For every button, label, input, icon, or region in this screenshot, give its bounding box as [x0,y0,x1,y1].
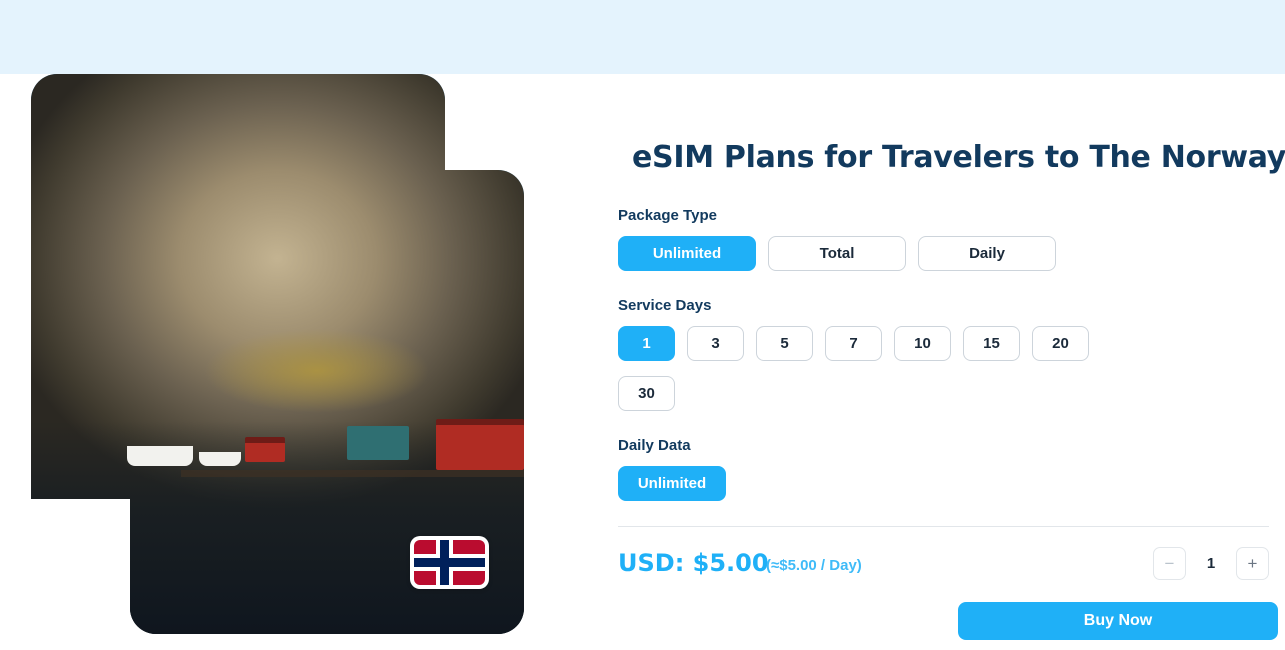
header-band [0,0,1285,74]
service-days-option-1[interactable]: 1 [618,326,675,361]
service-days-option-15[interactable]: 15 [963,326,1020,361]
daily-data-option-unlimited[interactable]: Unlimited [618,466,726,501]
quantity-decrement-button[interactable]: − [1153,547,1186,580]
price-per-day: (≈$5.00 / Day) [766,557,862,574]
price-total: USD: $5.00 [618,549,769,577]
quantity-increment-button[interactable]: + [1236,547,1269,580]
buy-now-button[interactable]: Buy Now [958,602,1278,640]
service-days-option-5[interactable]: 5 [756,326,813,361]
section-divider [618,526,1269,527]
service-days-option-30[interactable]: 30 [618,376,675,411]
service-days-option-10[interactable]: 10 [894,326,951,361]
package-type-option-total[interactable]: Total [768,236,906,271]
daily-data-label: Daily Data [618,437,691,454]
package-type-option-daily[interactable]: Daily [918,236,1056,271]
package-type-option-unlimited[interactable]: Unlimited [618,236,756,271]
package-type-options: Unlimited Total Daily [618,236,1056,271]
daily-data-options: Unlimited [618,466,726,501]
price-row: USD: $5.00 (≈$5.00 / Day) − 1 + [618,547,1269,587]
service-days-label: Service Days [618,297,712,314]
service-days-option-3[interactable]: 3 [687,326,744,361]
service-days-options-row-1: 1 3 5 7 10 15 20 [618,326,1089,361]
country-flag-badge [410,536,489,589]
page-title: eSIM Plans for Travelers to The Norway [632,140,1285,175]
norway-flag-icon [414,540,485,585]
service-days-option-7[interactable]: 7 [825,326,882,361]
service-days-option-20[interactable]: 20 [1032,326,1089,361]
quantity-stepper: − 1 + [1153,547,1269,580]
quantity-value[interactable]: 1 [1186,555,1236,572]
package-type-label: Package Type [618,207,717,224]
service-days-options-row-2: 30 [618,376,675,411]
